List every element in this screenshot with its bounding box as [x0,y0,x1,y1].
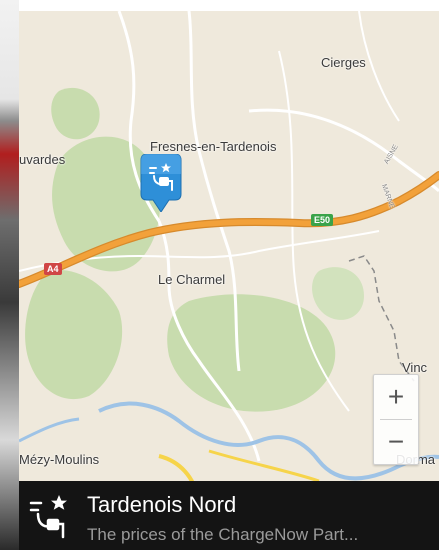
place-label-mezy-moulins: Mézy-Moulins [19,452,100,467]
charging-station-icon [29,495,67,539]
station-info-bar[interactable]: Tardenois Nord The prices of the ChargeN… [19,481,439,550]
place-label-fresnes: Fresnes-en-Tardenois [150,139,277,154]
road-badge-e50: E50 [311,214,334,226]
charging-station-icon [140,154,182,212]
place-label-uvardes: uvardes [19,152,66,167]
place-label-le-charmel: Le Charmel [158,272,226,287]
zoom-in-button[interactable]: + [374,375,418,419]
place-label-cierges: Cierges [321,55,366,70]
station-title: Tardenois Nord [87,492,237,517]
map-canvas [19,11,439,502]
zoom-out-button[interactable]: − [374,420,418,464]
place-label-vinc: Vinc [402,360,428,375]
zoom-controls: + − [373,374,419,465]
adjacent-image-strip [0,0,19,550]
charging-station-marker[interactable] [139,154,183,212]
road-badge-a4: A4 [44,263,62,275]
station-subtitle: The prices of the ChargeNow Part... [87,525,359,544]
map-view[interactable]: Cierges Fresnes-en-Tardenois uvardes Le … [19,11,439,550]
